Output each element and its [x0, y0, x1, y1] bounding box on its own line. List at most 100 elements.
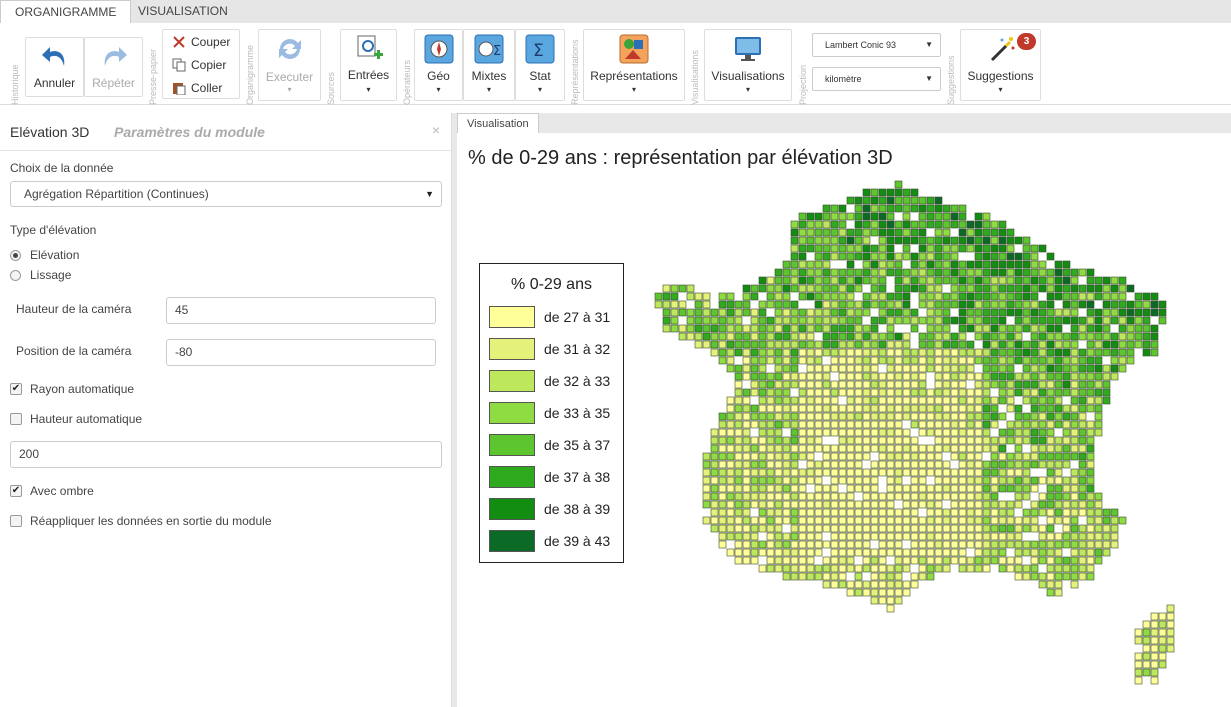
- svg-text:Σ: Σ: [533, 41, 544, 61]
- radio-elevation[interactable]: [10, 250, 21, 261]
- camera-height-input[interactable]: 45: [166, 297, 436, 324]
- legend-label: de 38 à 39: [544, 501, 611, 517]
- refresh-icon: [278, 39, 301, 59]
- clipboard-group: Couper Copier Coller: [162, 29, 240, 99]
- panel-header: Elévation 3D Paramètres du module ×: [0, 113, 452, 151]
- camera-position-input[interactable]: -80: [166, 339, 436, 366]
- map-legend: % 0-29 ans de 27 à 31 de 31 à 32 de 32 à 3…: [479, 263, 624, 563]
- radio-elevation-label: Elévation: [30, 248, 80, 262]
- chevron-down-icon: ▾: [745, 85, 750, 94]
- auto-radius-checkbox[interactable]: ✔: [10, 383, 22, 395]
- legend-swatch: [489, 370, 535, 392]
- unit-select[interactable]: kilomètre ▼: [812, 67, 941, 91]
- inputs-button[interactable]: Entrées ▾: [340, 29, 397, 101]
- camera-position-label: Position de la caméra: [16, 344, 132, 358]
- chevron-down-icon: ▾: [486, 85, 491, 94]
- svg-text:Σ: Σ: [493, 44, 501, 59]
- data-choice-select[interactable]: Agrégation Répartition (Continues) ▼: [10, 181, 442, 207]
- mixtes-button[interactable]: Σ Mixtes ▾: [463, 29, 515, 101]
- group-label-suggestions: Suggestions: [946, 55, 956, 105]
- stat-button[interactable]: Σ Stat ▾: [515, 29, 565, 101]
- group-label-sources: Sources: [326, 71, 336, 105]
- group-label-presse-papier: Presse-papier: [148, 48, 158, 105]
- auto-radius-label: Rayon automatique: [30, 382, 135, 396]
- representations-button[interactable]: Représentations ▾: [583, 29, 685, 101]
- map-visualisation: % de 0-29 ans : représentation par éléva…: [457, 133, 1231, 707]
- chevron-down-icon: ▼: [925, 40, 933, 49]
- france-3d-grid-map[interactable]: [647, 173, 1227, 698]
- undo-button[interactable]: Annuler: [25, 37, 84, 97]
- add-data-icon: [357, 35, 383, 59]
- chevron-down-icon: ▾: [631, 85, 636, 94]
- legend-swatch: [489, 338, 535, 360]
- suggestions-count-badge: 3: [1017, 33, 1036, 50]
- undo-icon: [41, 47, 64, 66]
- legend-title: % 0-29 ans: [511, 276, 592, 293]
- chevron-down-icon: ▼: [425, 189, 434, 199]
- reapply-data-checkbox[interactable]: [10, 515, 22, 527]
- auto-height-checkbox[interactable]: [10, 413, 22, 425]
- radio-lissage-label: Lissage: [30, 268, 72, 282]
- redo-button[interactable]: Répéter: [84, 37, 143, 97]
- monitor-icon: [735, 37, 761, 61]
- group-label-operateurs: Opérateurs: [402, 59, 412, 105]
- legend-label: de 32 à 33: [544, 373, 611, 389]
- legend-swatch: [489, 402, 535, 424]
- chevron-down-icon: ▾: [998, 85, 1003, 94]
- module-parameters-panel: Elévation 3D Paramètres du module × Choi…: [0, 113, 452, 707]
- copy-button[interactable]: Copier: [163, 54, 239, 76]
- map-title: % de 0-29 ans : représentation par éléva…: [468, 147, 893, 169]
- reapply-data-label: Réappliquer les données en sortie du mod…: [30, 514, 272, 528]
- legend-label: de 27 à 31: [544, 309, 611, 325]
- radius-value-input[interactable]: 200: [10, 441, 442, 468]
- sigma-icon: Σ: [525, 34, 555, 64]
- group-label-visualisations: Visualisations: [690, 50, 700, 105]
- group-label-historique: Historique: [10, 64, 20, 105]
- mixed-operators-icon: Σ: [474, 34, 504, 64]
- grid-cells: [654, 180, 1175, 685]
- redo-icon: [104, 47, 127, 66]
- legend-swatch: [489, 306, 535, 328]
- panel-title: Elévation 3D: [10, 124, 90, 140]
- representations-icon: [619, 34, 649, 64]
- tab-visualisation[interactable]: VISUALISATION: [124, 0, 242, 23]
- legend-label: de 39 à 43: [544, 533, 611, 549]
- visualisations-button[interactable]: Visualisations ▾: [704, 29, 792, 101]
- legend-swatch: [489, 434, 535, 456]
- group-label-projection: Projection: [798, 64, 808, 105]
- legend-label: de 37 à 38: [544, 469, 611, 485]
- projection-select[interactable]: Lambert Conic 93 ▼: [812, 33, 941, 57]
- group-label-organigramme: Organigramme: [245, 44, 255, 105]
- chevron-down-icon: ▾: [436, 85, 441, 94]
- visualisation-tabbar: Visualisation: [457, 113, 1231, 134]
- legend-label: de 31 à 32: [544, 341, 611, 357]
- geo-button[interactable]: Géo ▾: [414, 29, 463, 101]
- execute-button[interactable]: Executer ▾: [258, 29, 321, 101]
- panel-subtitle: Paramètres du module: [114, 124, 265, 140]
- close-icon[interactable]: ×: [432, 122, 440, 138]
- legend-label: de 33 à 35: [544, 405, 611, 421]
- data-choice-label: Choix de la donnée: [10, 161, 114, 175]
- tab-organigramme[interactable]: ORGANIGRAMME: [0, 0, 132, 23]
- shadow-label: Avec ombre: [30, 484, 94, 498]
- elevation-type-label: Type d'élévation: [10, 223, 97, 237]
- cut-button[interactable]: Couper: [163, 31, 239, 53]
- chevron-down-icon: ▼: [925, 74, 933, 83]
- ribbon-toolbar: Historique Annuler Répéter Presse-papier…: [0, 23, 1231, 105]
- magic-wand-icon: [990, 37, 1014, 62]
- shadow-checkbox[interactable]: ✔: [10, 485, 22, 497]
- chevron-down-icon: ▾: [366, 85, 371, 94]
- legend-label: de 35 à 37: [544, 437, 611, 453]
- auto-height-label: Hauteur automatique: [30, 412, 143, 426]
- group-label-representations: Représentations: [570, 39, 580, 105]
- paste-icon: [173, 83, 186, 95]
- scissors-icon: [173, 36, 185, 48]
- radio-lissage[interactable]: [10, 270, 21, 281]
- chevron-down-icon: ▾: [537, 85, 542, 94]
- paste-button[interactable]: Coller: [163, 77, 239, 99]
- tab-visualisation-view[interactable]: Visualisation: [457, 113, 539, 134]
- main-tabbar: ORGANIGRAMME VISUALISATION: [0, 0, 1231, 23]
- chevron-down-icon: ▾: [287, 85, 292, 94]
- compass-icon: [424, 34, 453, 64]
- camera-height-label: Hauteur de la caméra: [16, 302, 132, 316]
